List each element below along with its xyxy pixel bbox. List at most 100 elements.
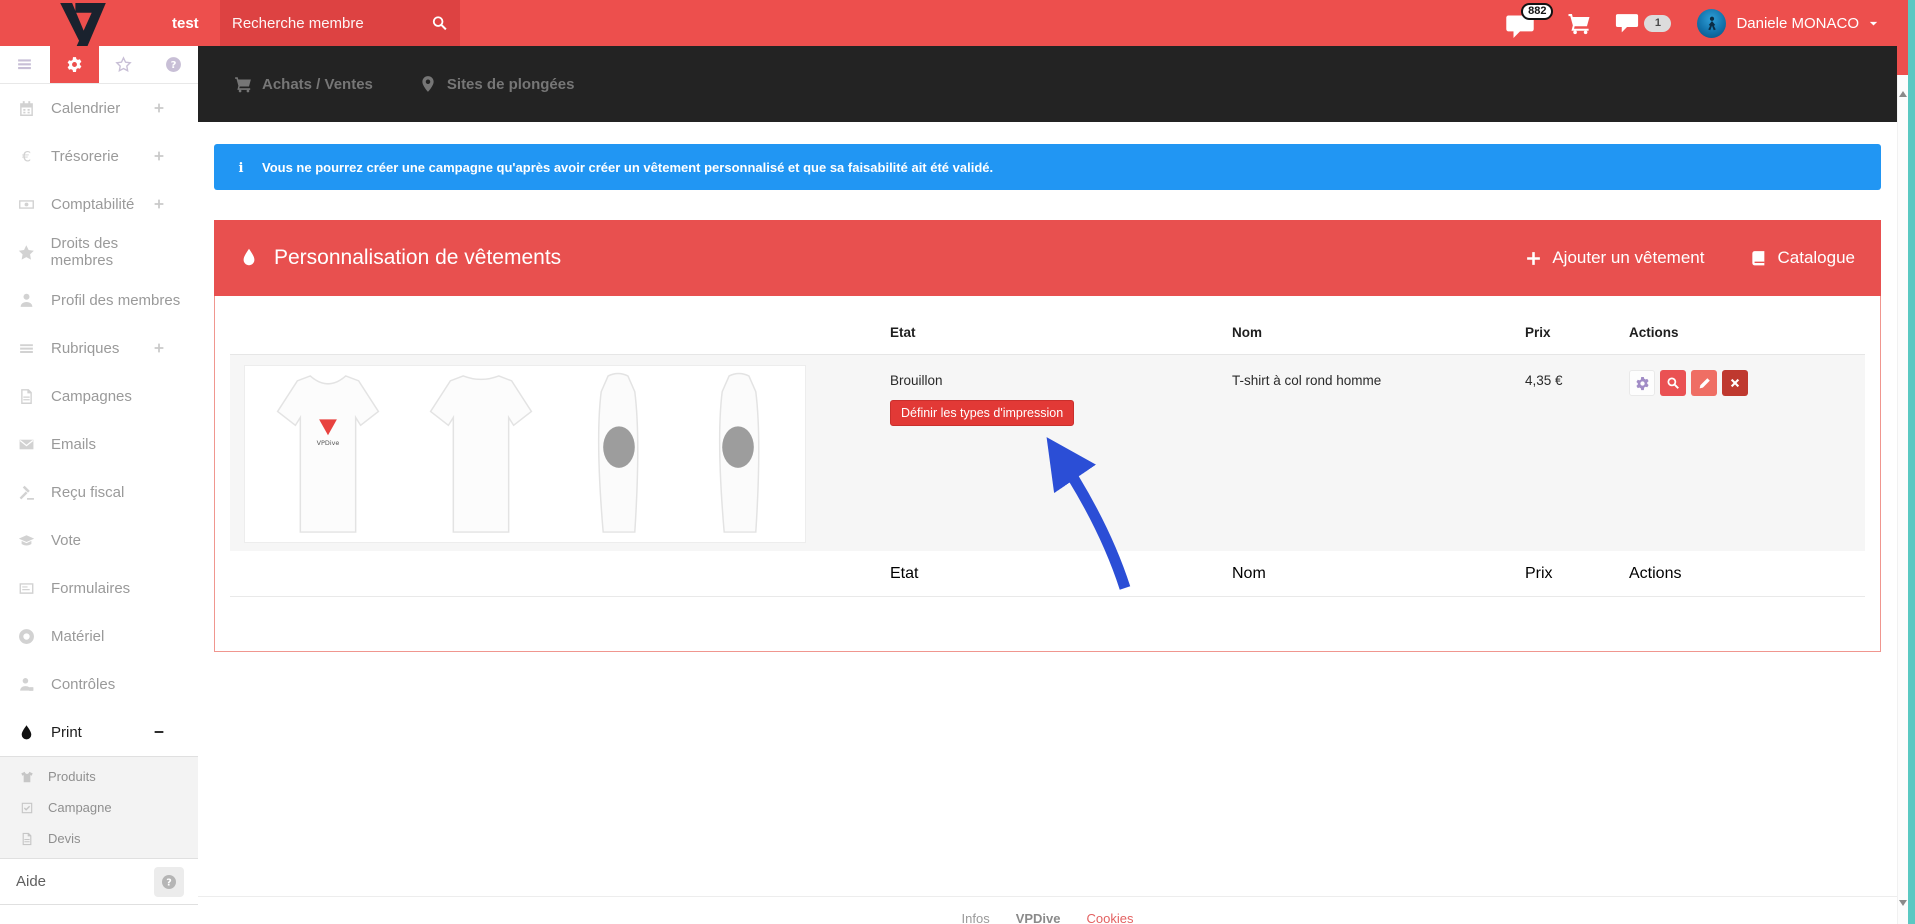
- messages-count-badge: 1: [1644, 15, 1671, 32]
- environment-label[interactable]: test: [172, 0, 199, 46]
- sidebar-item-label: Emails: [51, 436, 96, 453]
- add-garment-label: Ajouter un vêtement: [1552, 248, 1704, 268]
- plus-icon[interactable]: [152, 197, 166, 211]
- sidebar-item-rubriques[interactable]: Rubriques: [0, 324, 198, 372]
- sidebar-item-profil-membres[interactable]: Profil des membres: [0, 276, 198, 324]
- vpdive-logo[interactable]: [58, 3, 108, 44]
- sidebar-item-label: Formulaires: [51, 580, 130, 597]
- column-header-etat: Etat: [890, 565, 1232, 583]
- view-button[interactable]: [1660, 370, 1686, 396]
- window-edge-strip: [1908, 0, 1915, 924]
- tshirt-side-left-image: [574, 370, 662, 538]
- list-lines-icon: [18, 340, 35, 357]
- form-icon: [18, 580, 35, 597]
- member-search[interactable]: [220, 0, 460, 46]
- sidebar-item-label: Profil des membres: [51, 292, 180, 309]
- sidebar-item-comptabilite[interactable]: Comptabilité: [0, 180, 198, 228]
- plus-icon[interactable]: [152, 101, 166, 115]
- star-icon: [18, 244, 35, 261]
- search-input[interactable]: [232, 15, 431, 32]
- sidebar-item-campagnes[interactable]: Campagnes: [0, 372, 198, 420]
- plus-icon[interactable]: [152, 149, 166, 163]
- breadcrumb-dive-sites[interactable]: Sites de plongées: [419, 75, 575, 93]
- graduation-cap-icon: [18, 532, 35, 549]
- svg-text:€: €: [22, 149, 31, 164]
- topbar-right-cluster: 882 1 Daniele MONACO: [1505, 0, 1880, 46]
- chevron-down-icon[interactable]: [1867, 17, 1880, 30]
- notification-count-badge: 882: [1521, 3, 1553, 20]
- vertical-scrollbar[interactable]: [1897, 75, 1908, 924]
- gavel-icon: [18, 484, 35, 501]
- cart-icon[interactable]: [1567, 11, 1591, 35]
- sidebar-item-materiel[interactable]: Matériel: [0, 612, 198, 660]
- sidebar-item-print[interactable]: Print: [0, 708, 198, 756]
- tshirt-back-image: [421, 370, 541, 538]
- tshirt-front-image: VPDive: [268, 370, 388, 538]
- configure-button[interactable]: [1629, 370, 1655, 396]
- search-icon[interactable]: [431, 12, 448, 34]
- delete-button[interactable]: [1722, 370, 1748, 396]
- define-print-types-button[interactable]: Définir les types d'impression: [890, 400, 1074, 426]
- minus-icon[interactable]: [152, 725, 166, 739]
- sidebar-item-label: Rubriques: [51, 340, 119, 357]
- scroll-down-arrow[interactable]: [1899, 900, 1907, 906]
- sidebar-item-controles[interactable]: Contrôles: [0, 660, 198, 708]
- avatar[interactable]: [1697, 9, 1726, 38]
- sidebar-item-tresorerie[interactable]: € Trésorerie: [0, 132, 198, 180]
- footer-cookies-link[interactable]: Cookies: [1087, 911, 1134, 924]
- droplet-icon: [240, 247, 258, 269]
- sidebar-item-emails[interactable]: Emails: [0, 420, 198, 468]
- notifications-button[interactable]: 882: [1505, 2, 1553, 44]
- svg-text:VPDive: VPDive: [316, 439, 339, 447]
- edit-button[interactable]: [1691, 370, 1717, 396]
- sidebar-item-label: Trésorerie: [51, 148, 119, 165]
- submenu-item-label: Produits: [48, 769, 96, 784]
- plus-icon[interactable]: [152, 341, 166, 355]
- submenu-item-produits[interactable]: Produits: [0, 761, 198, 792]
- life-ring-icon: [18, 628, 35, 645]
- sidebar-item-vote[interactable]: Vote: [0, 516, 198, 564]
- user-name[interactable]: Daniele MONACO: [1736, 15, 1859, 32]
- check-square-icon: [20, 801, 34, 815]
- help-row: Aide ?: [0, 859, 198, 905]
- column-header-prix: Prix: [1525, 325, 1629, 340]
- submenu-item-campagne[interactable]: Campagne: [0, 792, 198, 823]
- tab-favorites[interactable]: [99, 46, 149, 83]
- table-header-top: Etat Nom Prix Actions: [230, 311, 1865, 355]
- panel-body: Etat Nom Prix Actions VPDive: [214, 296, 1881, 652]
- sidebar-item-droits-membres[interactable]: Droits des membres: [0, 228, 198, 276]
- page-footer: InfosVPDiveCookies: [198, 896, 1897, 924]
- tab-settings[interactable]: [50, 46, 100, 83]
- submenu-item-devis[interactable]: Devis: [0, 823, 198, 854]
- map-pin-icon: [419, 75, 437, 93]
- magnifier-icon: [1666, 376, 1680, 390]
- user-icon: [18, 292, 35, 309]
- tab-help[interactable]: ?: [149, 46, 199, 83]
- prix-cell: 4,35 €: [1525, 365, 1629, 543]
- x-icon: [1729, 377, 1741, 389]
- sidebar-item-label: Matériel: [51, 628, 104, 645]
- info-icon: i: [234, 159, 248, 175]
- column-header-prix: Prix: [1525, 565, 1629, 583]
- catalogue-button[interactable]: Catalogue: [1750, 248, 1855, 268]
- messages-icon[interactable]: [1615, 13, 1639, 34]
- document-icon: [18, 388, 35, 405]
- submenu-item-label: Devis: [48, 831, 81, 846]
- sidebar-item-recu-fiscal[interactable]: Reçu fiscal: [0, 468, 198, 516]
- breadcrumb-purchases-label: Achats / Ventes: [262, 76, 373, 93]
- breadcrumb-purchases[interactable]: Achats / Ventes: [234, 75, 373, 93]
- cart-icon: [234, 75, 252, 93]
- footer-infos-link[interactable]: Infos: [962, 911, 990, 924]
- sidebar-item-label: Comptabilité: [51, 196, 134, 213]
- add-garment-button[interactable]: Ajouter un vêtement: [1525, 248, 1704, 268]
- help-button[interactable]: ?: [154, 867, 184, 897]
- tshirt-icon: [20, 770, 34, 784]
- info-banner: i Vous ne pourrez créer une campagne qu'…: [214, 144, 1881, 190]
- inspector-icon: [18, 676, 35, 693]
- tab-menu[interactable]: [0, 46, 50, 83]
- euro-icon: €: [18, 148, 35, 165]
- personalization-panel: Personnalisation de vêtements Ajouter un…: [214, 220, 1881, 652]
- sidebar-item-calendrier[interactable]: Calendrier: [0, 84, 198, 132]
- sidebar-item-formulaires[interactable]: Formulaires: [0, 564, 198, 612]
- scroll-up-arrow[interactable]: [1899, 91, 1907, 97]
